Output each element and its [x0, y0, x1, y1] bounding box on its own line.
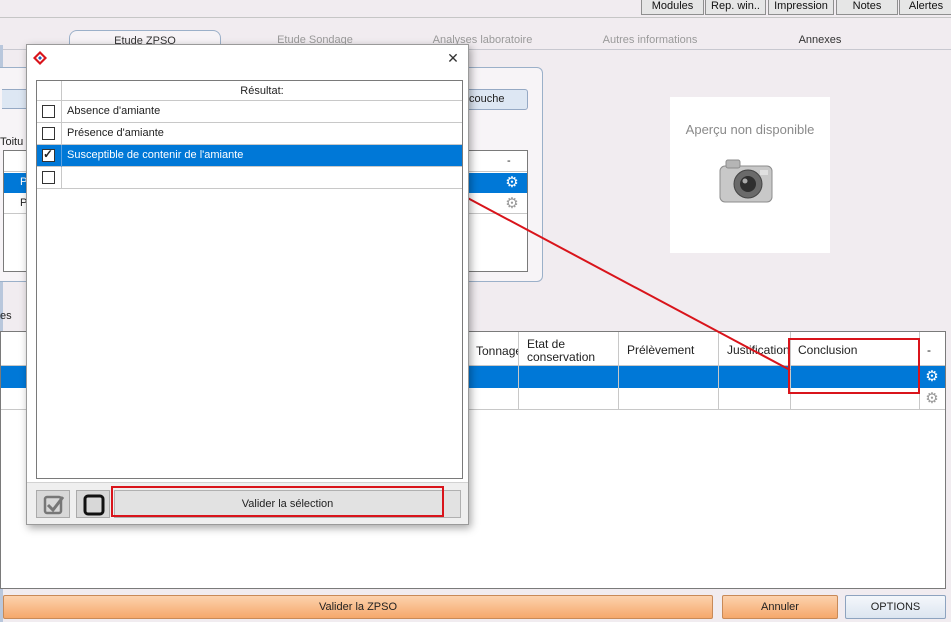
col-divider — [61, 167, 62, 189]
item-label: Susceptible de contenir de l'amiante — [67, 149, 244, 161]
list-item[interactable]: Présence d'amiante — [37, 123, 462, 145]
list-item[interactable]: Absence d'amiante — [37, 101, 462, 123]
list-item-selected[interactable]: Susceptible de contenir de l'amiante — [37, 145, 462, 167]
app-logo-icon — [33, 51, 47, 68]
uncheck-all-icon — [83, 494, 105, 516]
item-label: Présence d'amiante — [67, 127, 164, 139]
result-list-header: Résultat: — [37, 81, 462, 101]
item-checkbox[interactable] — [42, 127, 55, 140]
cancel-button[interactable]: Annuler — [722, 595, 838, 619]
uncheck-all-button[interactable] — [76, 490, 110, 518]
dialog-titlebar: ✕ — [27, 45, 468, 71]
result-dialog: ✕ Résultat: Absence d'amiante Présence d… — [26, 44, 469, 525]
item-checkbox[interactable] — [42, 105, 55, 118]
col-divider — [61, 101, 62, 123]
item-checkbox[interactable] — [42, 171, 55, 184]
result-list: Résultat: Absence d'amiante Présence d'a… — [36, 80, 463, 479]
validate-zpso-button[interactable]: Valider la ZPSO — [3, 595, 713, 619]
result-header-label: Résultat: — [240, 85, 284, 97]
annotation-box-validate — [111, 486, 444, 517]
col-divider — [61, 145, 62, 167]
check-all-icon — [43, 495, 65, 515]
item-label: Absence d'amiante — [67, 105, 161, 117]
close-icon[interactable]: ✕ — [443, 48, 463, 68]
item-checkbox-checked[interactable] — [42, 147, 55, 162]
check-all-button[interactable] — [36, 490, 70, 518]
list-item[interactable] — [37, 167, 462, 189]
options-button[interactable]: OPTIONS — [845, 595, 946, 619]
col-divider — [61, 123, 62, 145]
